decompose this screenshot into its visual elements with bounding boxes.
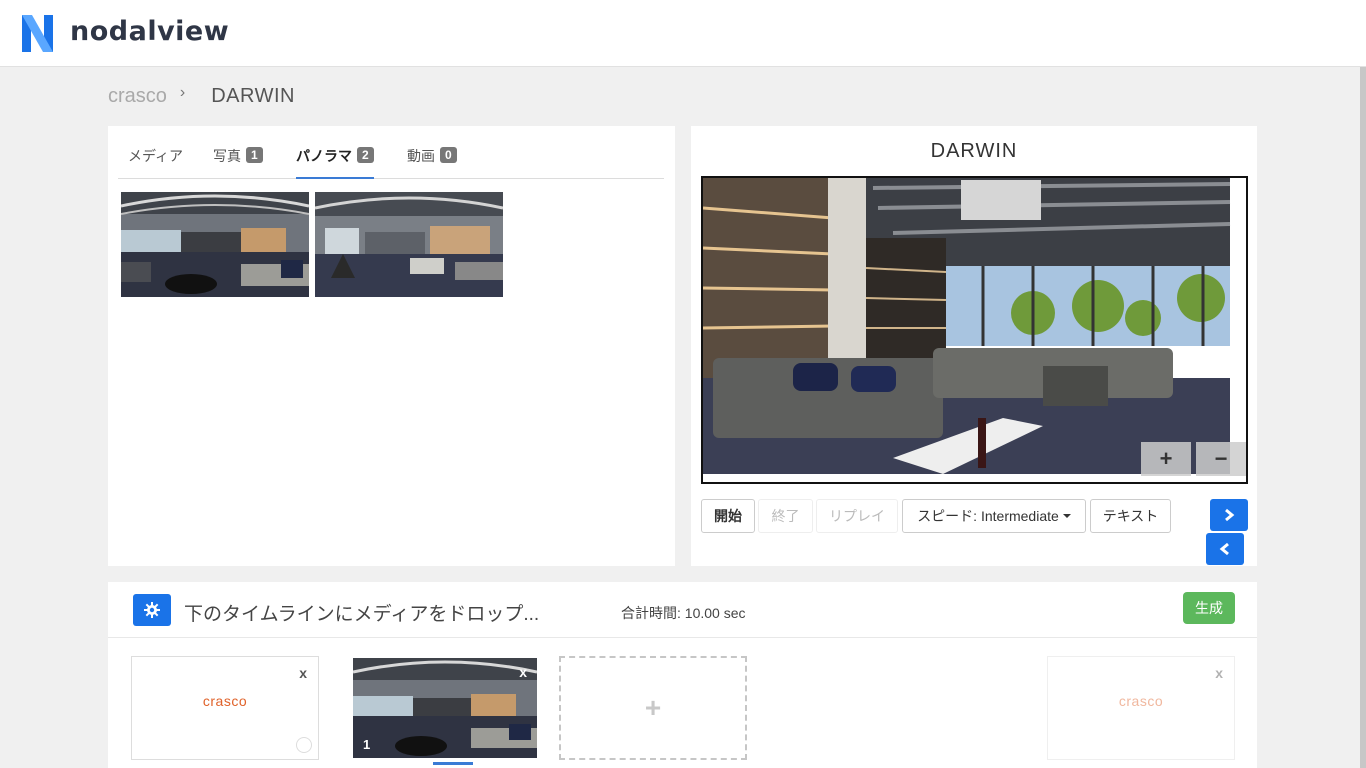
timeline-slide-logo[interactable]: crasco x [1047, 656, 1235, 760]
slide-number: 1 [363, 737, 371, 752]
timeline-panel: 下のタイムラインにメディアをドロップ... 合計時間: 10.00 sec 生成… [108, 582, 1257, 768]
speed-dropdown-label: スピード: Intermediate [917, 508, 1059, 524]
start-button[interactable]: 開始 [701, 499, 755, 533]
gear-icon [144, 602, 160, 618]
preview-title: DARWIN [930, 140, 1018, 162]
total-duration: 合計時間: 10.00 sec [621, 605, 746, 621]
tab-video-count-badge: 0 [440, 147, 457, 163]
media-tabs: メディア 写真 1 パノラマ 2 動画 0 [118, 143, 664, 179]
media-library-panel: メディア 写真 1 パノラマ 2 動画 0 [108, 126, 675, 566]
panorama-viewer[interactable]: + − [701, 176, 1248, 484]
tab-photos-count-badge: 1 [246, 147, 263, 163]
timeline-slide-panorama[interactable]: x 1 [353, 658, 537, 758]
app-logo-text[interactable]: nodalview [70, 16, 229, 47]
caret-down-icon [1062, 514, 1071, 518]
tab-panorama-count-badge: 2 [357, 147, 374, 163]
speed-dropdown[interactable]: スピード: Intermediate [902, 499, 1086, 533]
breadcrumb-current: DARWIN [211, 84, 295, 107]
tab-media-label: メディア [128, 148, 184, 164]
remove-slide-button[interactable]: x [519, 664, 527, 680]
text-button[interactable]: テキスト [1090, 499, 1171, 533]
breadcrumb-separator-icon: › [179, 84, 186, 101]
tab-photos[interactable]: 写真 1 [213, 143, 263, 179]
panorama-view-image[interactable] [703, 178, 1248, 484]
timeline-drop-hint: 下のタイムラインにメディアをドロップ... [184, 604, 540, 625]
zoom-in-button[interactable]: + [1141, 442, 1191, 476]
remove-slide-button[interactable]: x [1215, 665, 1223, 681]
previous-button[interactable] [1206, 533, 1244, 565]
preview-panel: DARWIN + − 開始 終了 リプレイ スピード: Intermediate… [691, 126, 1257, 566]
top-header: nodalview [0, 0, 1366, 67]
add-slide-button[interactable]: + [559, 656, 747, 760]
zoom-out-button[interactable]: − [1196, 442, 1246, 476]
chevron-right-icon [1225, 508, 1235, 522]
panorama-thumbnail[interactable] [315, 192, 503, 297]
breadcrumb-root[interactable]: crasco [108, 85, 167, 108]
replay-button[interactable]: リプレイ [816, 499, 898, 533]
timeline-settings-button[interactable] [133, 594, 171, 626]
tab-video-label: 動画 [407, 148, 435, 164]
crasco-logo: crasco [202, 693, 248, 709]
tab-video[interactable]: 動画 0 [407, 143, 457, 179]
tab-photos-label: 写真 [213, 148, 241, 164]
chevron-left-icon [1219, 542, 1229, 556]
next-button[interactable] [1210, 499, 1248, 531]
page-scrollbar[interactable] [1360, 67, 1366, 768]
end-button[interactable]: 終了 [758, 499, 813, 533]
crasco-logo: crasco [1118, 693, 1164, 709]
selected-slide-indicator [433, 762, 473, 765]
scrollbar-thumb[interactable] [1360, 67, 1366, 768]
remove-slide-button[interactable]: x [299, 665, 307, 681]
tab-panorama-label: パノラマ [296, 148, 352, 164]
tab-panorama[interactable]: パノラマ 2 [296, 143, 374, 179]
generate-button[interactable]: 生成 [1183, 592, 1235, 624]
panorama-thumbnail[interactable] [121, 192, 309, 297]
nodalview-logo-icon[interactable] [22, 15, 53, 52]
watermark-icon [296, 737, 312, 753]
breadcrumb: crasco › DARWIN [108, 83, 295, 109]
tab-media[interactable]: メディア [128, 143, 183, 179]
timeline-header: 下のタイムラインにメディアをドロップ... 合計時間: 10.00 sec 生成 [108, 582, 1257, 638]
timeline-slide-logo[interactable]: crasco x [131, 656, 319, 760]
